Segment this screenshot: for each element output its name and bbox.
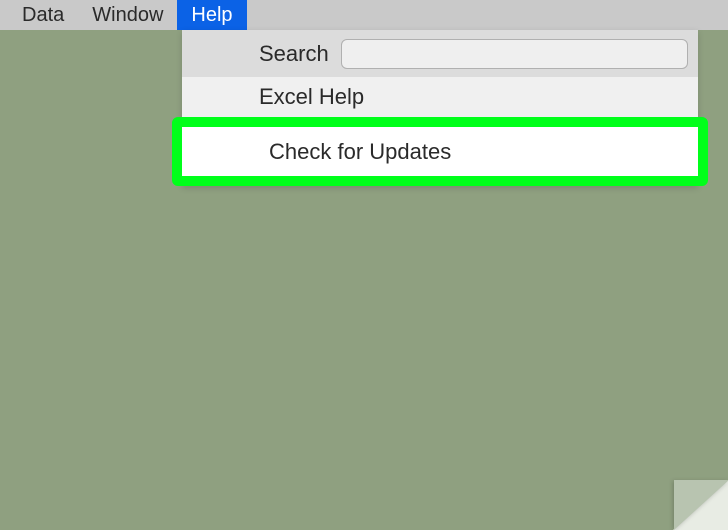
dropdown-item-check-for-updates[interactable]: Check for Updates [182,127,698,176]
dropdown-search-row: Search [182,30,698,77]
search-label: Search [259,41,329,67]
menubar: Data Window Help [0,0,728,30]
menu-item-help[interactable]: Help [177,0,246,30]
dropdown-item-excel-help[interactable]: Excel Help [182,77,698,117]
highlight-check-for-updates: Check for Updates [172,117,708,186]
menu-item-window[interactable]: Window [78,0,177,30]
menu-item-data[interactable]: Data [8,0,78,30]
search-input[interactable] [341,39,688,69]
page-curl-decoration [673,480,728,530]
help-dropdown: Search Excel Help Check for Updates [182,30,698,186]
